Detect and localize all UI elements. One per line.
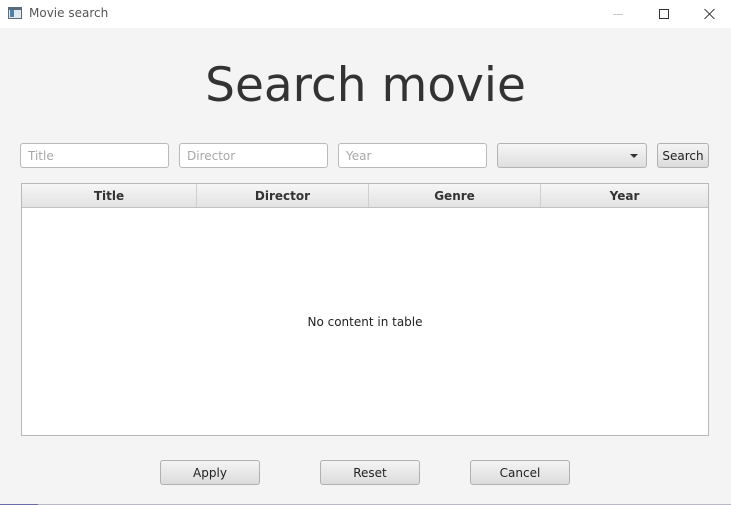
app-window-icon — [8, 7, 22, 19]
minimize-button[interactable] — [595, 0, 641, 28]
window-title: Movie search — [29, 6, 109, 20]
page-title: Search movie — [205, 58, 526, 113]
movie-table[interactable]: Title Director Genre Year No content in … — [21, 183, 709, 436]
chevron-down-icon — [630, 154, 638, 158]
title-bar: Movie search — [0, 0, 731, 28]
search-button[interactable]: Search — [657, 143, 709, 168]
cancel-button[interactable]: Cancel — [470, 460, 570, 485]
column-header-title[interactable]: Title — [22, 184, 197, 207]
maximize-icon — [659, 9, 669, 19]
maximize-button[interactable] — [641, 0, 687, 28]
close-icon — [704, 8, 716, 20]
table-header: Title Director Genre Year — [22, 184, 708, 208]
close-button[interactable] — [687, 0, 731, 28]
director-input[interactable] — [179, 143, 328, 168]
minimize-icon — [613, 13, 623, 15]
genre-dropdown[interactable] — [497, 143, 647, 168]
empty-table-message: No content in table — [307, 315, 423, 329]
movie-search-window: Movie search Search movie Search Title D… — [0, 0, 731, 505]
year-input[interactable] — [338, 143, 487, 168]
reset-button[interactable]: Reset — [320, 460, 420, 485]
column-header-genre[interactable]: Genre — [369, 184, 541, 207]
column-header-year[interactable]: Year — [541, 184, 708, 207]
column-header-director[interactable]: Director — [197, 184, 369, 207]
apply-button[interactable]: Apply — [160, 460, 260, 485]
title-input[interactable] — [20, 143, 169, 168]
